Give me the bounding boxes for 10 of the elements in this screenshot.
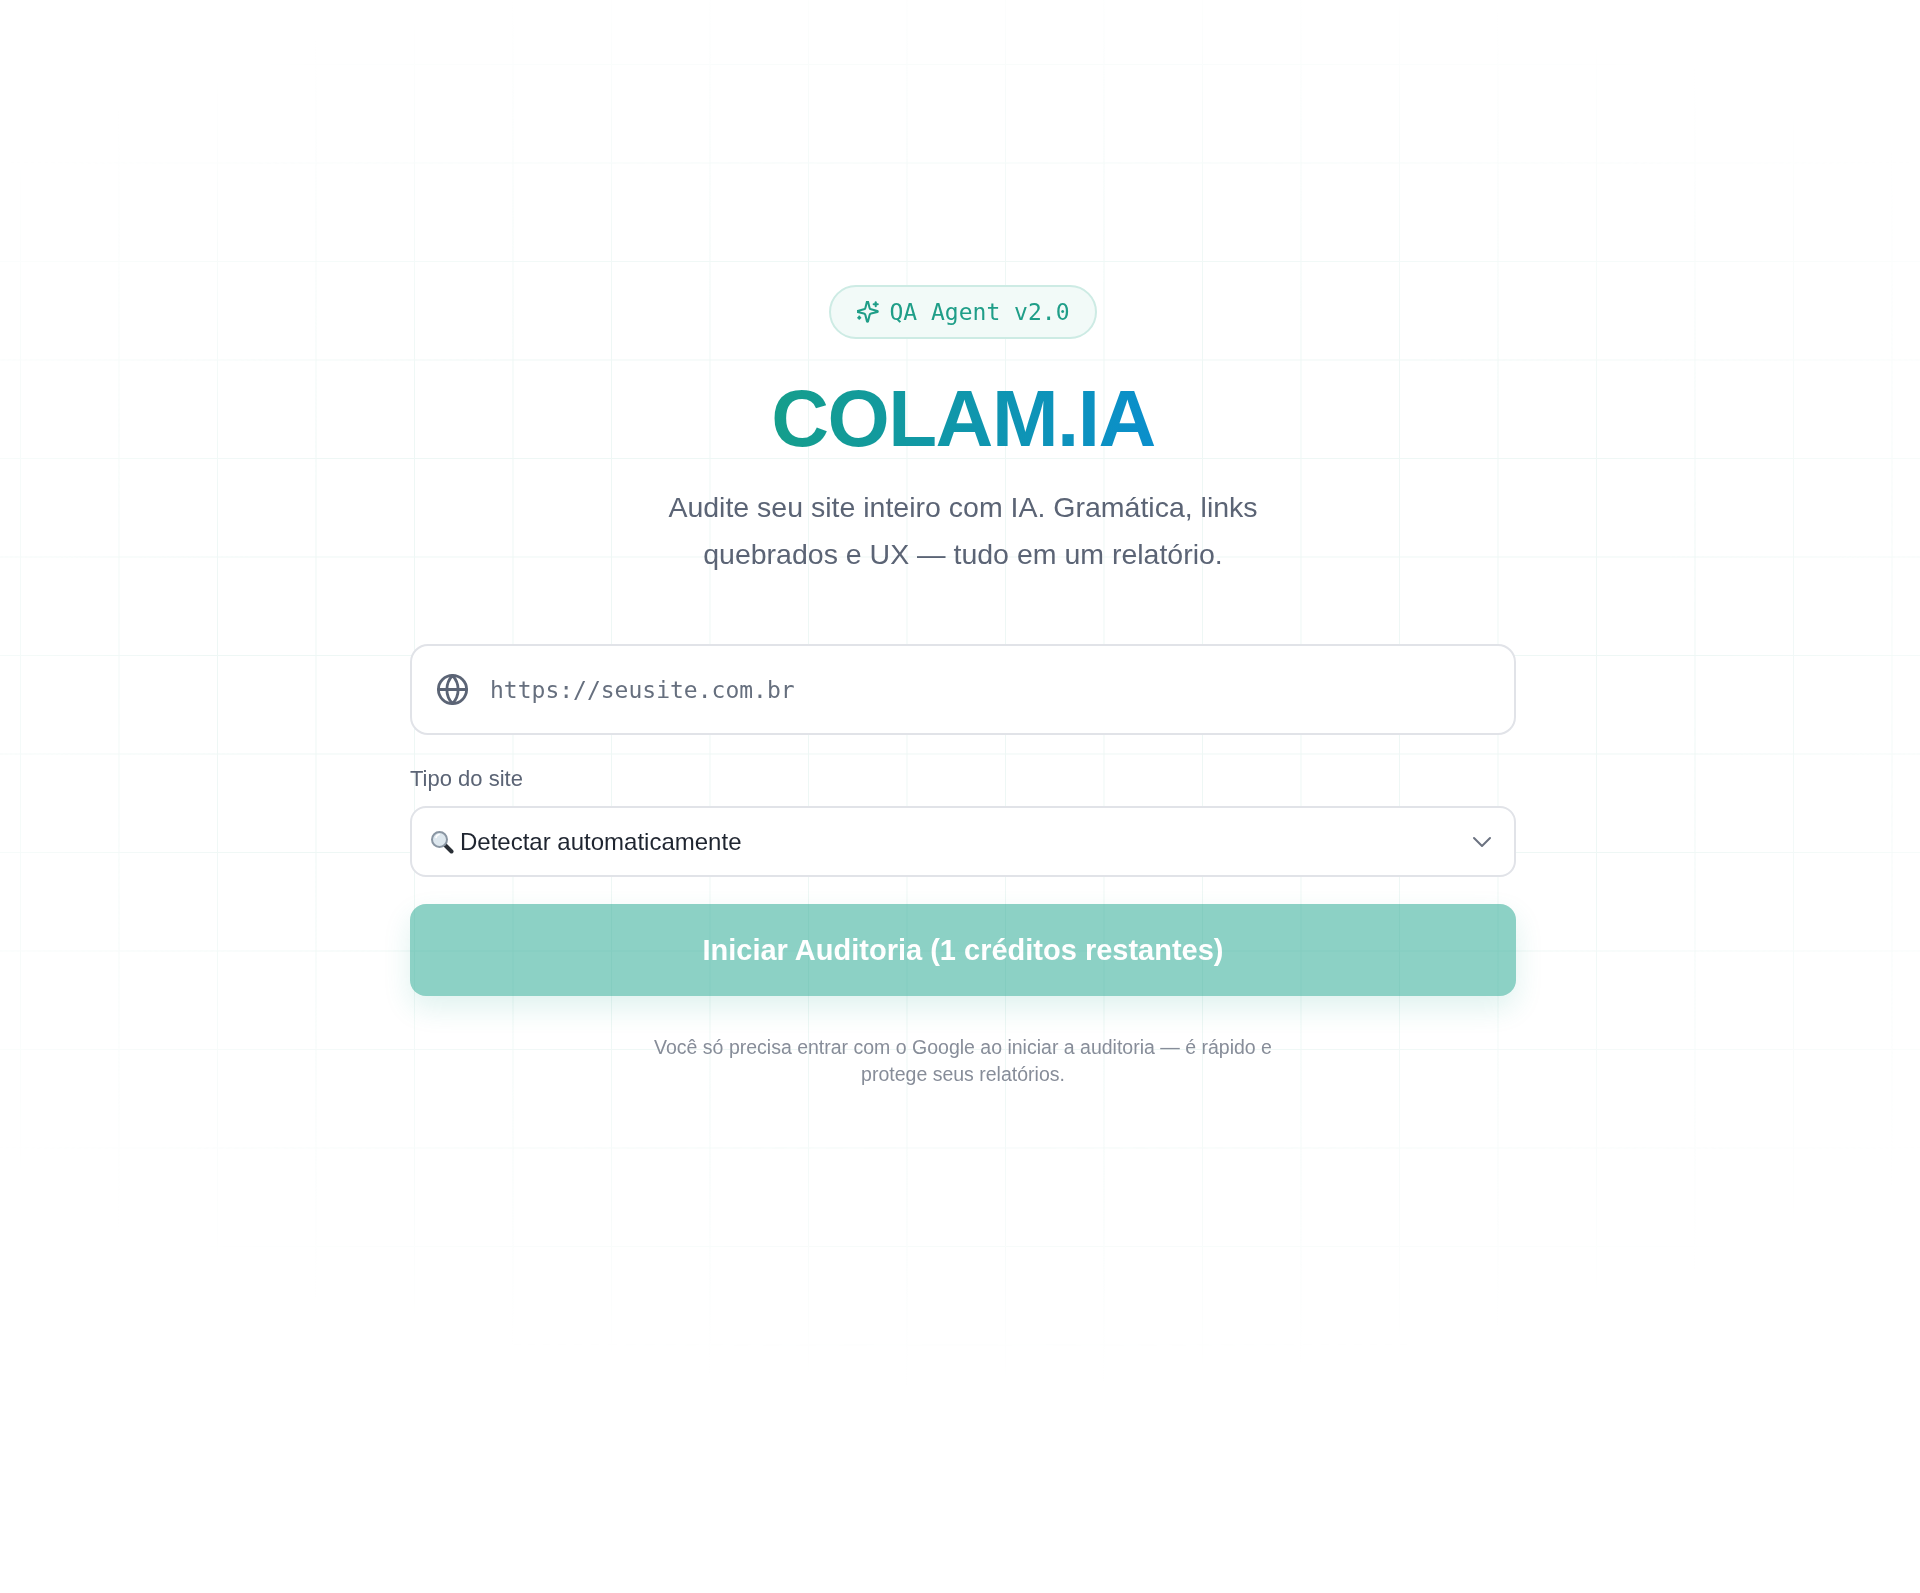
chevron-down-icon — [1472, 835, 1492, 848]
sparkle-icon — [857, 301, 880, 323]
globe-icon — [437, 674, 468, 705]
login-note: Você só precisa entrar com o Google ao iniciar a auditoria — é rápido e protege seus relatórios. — [653, 1035, 1273, 1087]
magnifier-icon — [430, 829, 454, 854]
version-label: QA Agent v2.0 — [889, 299, 1070, 325]
url-input[interactable]: https://seusite.com.br — [410, 644, 1516, 735]
site-type-select[interactable]: Detectar automaticamente — [410, 806, 1516, 877]
site-type-label: Tipo do site — [410, 765, 524, 793]
hero-subtitle: Audite seu site inteiro com IA. Gramática, links quebrados e UX — tudo em um relatório. — [667, 490, 1259, 572]
